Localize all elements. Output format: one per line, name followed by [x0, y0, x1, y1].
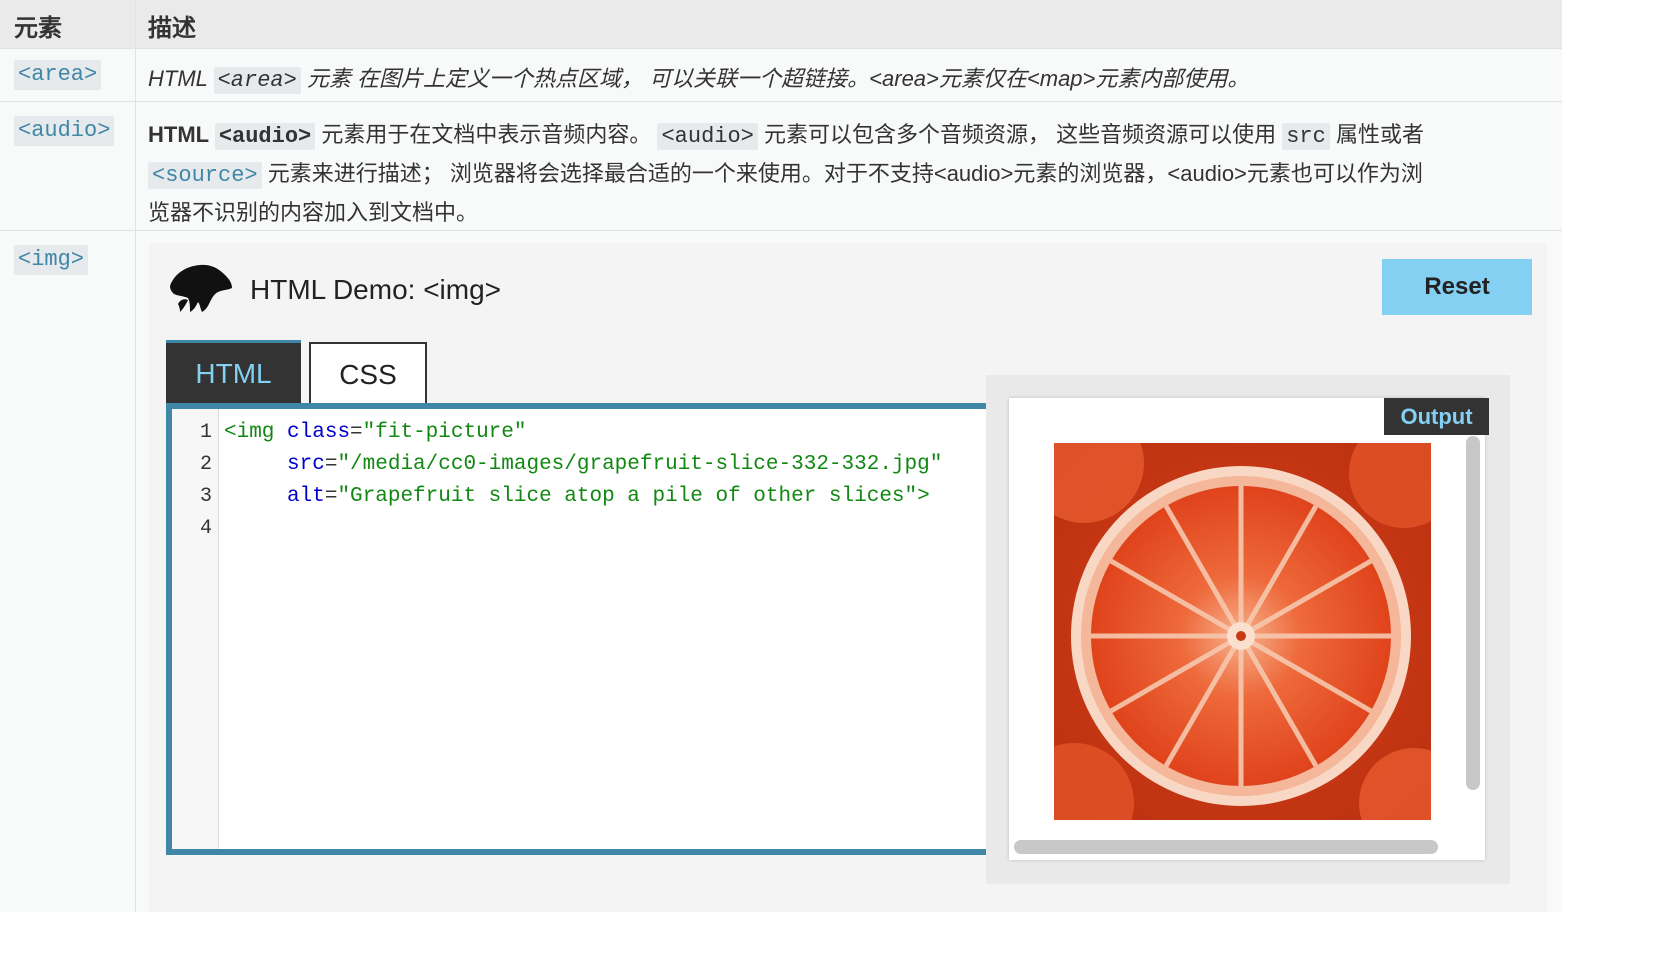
output-label: Output [1384, 398, 1489, 435]
code-src: src [1282, 123, 1330, 150]
vertical-scrollbar[interactable] [1466, 436, 1480, 790]
line-number: 1 [199, 421, 212, 444]
dino-logo-icon [170, 264, 232, 312]
code-line: <img class="fit-picture" [224, 421, 527, 444]
horizontal-scrollbar[interactable] [1014, 840, 1438, 854]
header-element: 元素 [14, 15, 62, 42]
source-link[interactable]: <source> [148, 162, 262, 189]
code-audio-2: <audio> [657, 123, 758, 150]
table-row: <area> HTML <area> 元素 在图片上定义一个热点区域， 可以关联… [0, 49, 1562, 102]
code-editor[interactable]: 1 2 3 4 <img class="fit-picture" src="/m… [166, 403, 996, 855]
line-number: 3 [199, 485, 212, 508]
table-row: <audio> HTML <audio> 元素用于在文档中表示音频内容。 <au… [0, 102, 1562, 231]
audio-description: HTML <audio> 元素用于在文档中表示音频内容。 <audio> 元素可… [148, 122, 1424, 225]
tab-html[interactable]: HTML [166, 340, 301, 404]
audio-link[interactable]: <audio> [14, 116, 115, 146]
code-line: src="/media/cc0-images/grapefruit-slice-… [287, 453, 943, 476]
code-line: alt="Grapefruit slice atop a pile of oth… [287, 485, 930, 508]
code-area: <area> [213, 67, 301, 94]
line-gutter: 1 2 3 4 [172, 409, 219, 849]
demo-title: HTML Demo: <img> [250, 274, 502, 305]
tab-css[interactable]: CSS [309, 342, 427, 406]
area-description: HTML <area> 元素 在图片上定义一个热点区域， 可以关联一个超链接。<… [148, 66, 1250, 94]
line-number: 4 [199, 517, 212, 540]
area-link[interactable]: <area> [14, 60, 102, 90]
line-number: 2 [199, 453, 212, 476]
reset-button[interactable]: Reset [1382, 259, 1532, 315]
img-link[interactable]: <img> [14, 245, 89, 275]
table-header: 元素 描述 [0, 0, 1562, 49]
header-description: 描述 [148, 15, 196, 42]
grapefruit-image [1054, 443, 1431, 820]
code-audio: <audio> [214, 123, 316, 150]
